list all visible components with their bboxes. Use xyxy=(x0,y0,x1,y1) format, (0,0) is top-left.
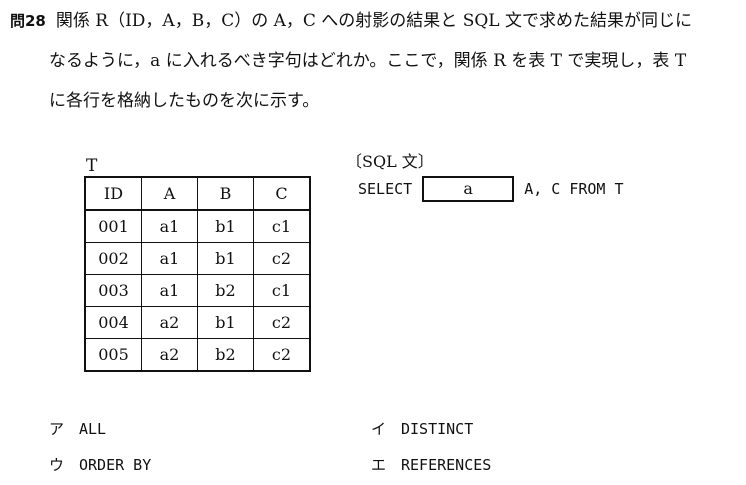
table-cell: a1 xyxy=(141,209,198,243)
question-number: 問28 xyxy=(10,12,46,30)
table-cell: a1 xyxy=(141,242,198,275)
choice-text: ALL xyxy=(79,419,107,438)
choice-a[interactable]: ア ALL xyxy=(49,418,106,439)
choice-u[interactable]: ウ ORDER BY xyxy=(49,454,151,475)
relation-table: ID A B C 001 a1 b1 c1 002 a1 b1 c2 003 a… xyxy=(84,176,311,372)
table-cell: 001 xyxy=(84,209,142,243)
table-caption: T xyxy=(86,156,98,176)
sql-select-keyword: SELECT xyxy=(358,180,413,198)
choice-text: DISTINCT xyxy=(401,419,474,438)
table-cell: a2 xyxy=(141,306,198,339)
question-line-3: に各行を格納したものを次に示す。 xyxy=(49,91,320,111)
table-cell: b1 xyxy=(197,306,254,339)
choice-i[interactable]: イ DISTINCT xyxy=(371,418,473,439)
table-cell: a1 xyxy=(141,274,198,307)
table-row: 003 a1 b2 c1 xyxy=(84,274,311,307)
table-cell: 005 xyxy=(84,338,142,372)
choice-mark: エ xyxy=(371,456,387,474)
table-header-cell: C xyxy=(253,176,311,211)
table-header-row: ID A B C xyxy=(84,176,311,211)
table-cell: b2 xyxy=(197,274,254,307)
table-cell: 002 xyxy=(84,242,142,275)
table-row: 005 a2 b2 c2 xyxy=(84,338,311,372)
table-cell: c2 xyxy=(253,242,311,275)
table-header-cell: A xyxy=(141,176,198,211)
table-row: 002 a1 b1 c2 xyxy=(84,242,311,275)
table-cell: b1 xyxy=(197,242,254,275)
sql-heading: 〔SQL 文〕 xyxy=(346,152,434,171)
table-cell: c1 xyxy=(253,209,311,243)
question-text-1: 関係 R（ID，A，B，C）の A，C への射影の結果と SQL 文で求めた結果… xyxy=(55,11,692,31)
table-cell: 003 xyxy=(84,274,142,307)
sql-rest: A, C FROM T xyxy=(524,180,624,198)
table-header-cell: B xyxy=(197,176,254,211)
table-cell: a2 xyxy=(141,338,198,372)
table-cell: c1 xyxy=(253,274,311,307)
table-cell: c2 xyxy=(253,306,311,339)
table-row: 004 a2 b1 c2 xyxy=(84,306,311,339)
table-row: 001 a1 b1 c1 xyxy=(84,209,311,243)
choice-mark: ウ xyxy=(49,456,65,474)
sql-blank-box: a xyxy=(422,176,515,202)
table-cell: b1 xyxy=(197,209,254,243)
choice-text: REFERENCES xyxy=(401,455,492,474)
choice-text: ORDER BY xyxy=(79,455,152,474)
choice-mark: イ xyxy=(371,420,387,438)
question-line-1: 問28 関係 R（ID，A，B，C）の A，C への射影の結果と SQL 文で求め… xyxy=(10,11,692,31)
choice-mark: ア xyxy=(49,420,65,438)
table-cell: 004 xyxy=(84,306,142,339)
question-line-2: なるように，a に入れるべき字句はどれか。ここで，関係 R を表 T で実現し，… xyxy=(49,51,687,71)
table-cell: b2 xyxy=(197,338,254,372)
table-header-cell: ID xyxy=(84,176,142,211)
table-cell: c2 xyxy=(253,338,311,372)
choice-e[interactable]: エ REFERENCES xyxy=(371,454,491,475)
sql-statement: SELECT a A, C FROM T xyxy=(358,176,624,202)
